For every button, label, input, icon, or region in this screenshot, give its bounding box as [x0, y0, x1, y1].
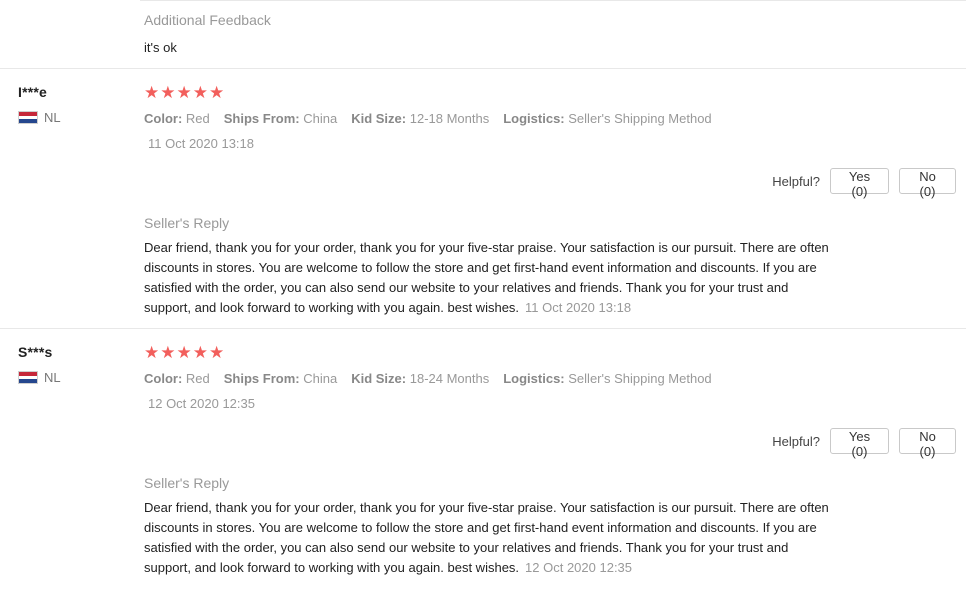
netherlands-flag-icon: [18, 111, 38, 124]
star-icon: ★: [144, 83, 160, 102]
star-icon: ★: [209, 343, 225, 362]
seller-reply-text: Dear friend, thank you for your order, t…: [144, 240, 829, 315]
helpful-no-button[interactable]: No (0): [899, 168, 956, 199]
attribute-logistics: Logistics: Seller's Shipping Method: [503, 111, 712, 126]
attribute-color: Color: Red: [144, 111, 210, 126]
helpful-yes-button[interactable]: Yes (0): [830, 168, 889, 199]
review-divider: [0, 68, 966, 69]
reviewer-name: S***s: [18, 344, 53, 360]
star-icon: ★: [144, 343, 160, 362]
product-attributes: Color: Red Ships From: China Kid Size: 1…: [144, 111, 712, 126]
seller-reply-date: 12 Oct 2020 12:35: [525, 560, 633, 575]
seller-reply-title: Seller's Reply: [144, 215, 230, 231]
attribute-kid-size: Kid Size: 12-18 Months: [351, 111, 490, 126]
review-item: I***e NL ★ ★ ★ ★ ★ Color: Red Ships From…: [0, 84, 966, 344]
star-icon: ★: [160, 343, 176, 362]
seller-reply-title: Seller's Reply: [144, 475, 230, 491]
star-icon: ★: [192, 343, 208, 362]
reviewer-name: I***e: [18, 84, 48, 100]
star-icon: ★: [176, 343, 192, 362]
country-code: NL: [44, 110, 61, 125]
review-date: 12 Oct 2020 12:35: [148, 396, 255, 411]
reviewer-country: NL: [18, 110, 61, 125]
product-attributes: Color: Red Ships From: China Kid Size: 1…: [144, 371, 712, 386]
helpful-label: Helpful?: [772, 173, 820, 189]
star-icon: ★: [176, 83, 192, 102]
netherlands-flag-icon: [18, 371, 38, 384]
additional-feedback-title: Additional Feedback: [144, 12, 271, 28]
top-divider: [140, 0, 966, 1]
star-rating: ★ ★ ★ ★ ★: [144, 84, 224, 101]
additional-feedback-text: it's ok: [144, 40, 177, 55]
seller-reply: Dear friend, thank you for your order, t…: [144, 238, 834, 318]
helpful-no-button[interactable]: No (0): [899, 428, 956, 459]
seller-reply-date: 11 Oct 2020 13:18: [525, 300, 632, 315]
star-icon: ★: [192, 83, 208, 102]
country-code: NL: [44, 370, 61, 385]
reviewer-country: NL: [18, 370, 61, 385]
attribute-color: Color: Red: [144, 371, 210, 386]
helpful-vote: Helpful? Yes (0) No (0): [772, 428, 956, 459]
attribute-kid-size: Kid Size: 18-24 Months: [351, 371, 490, 386]
star-icon: ★: [209, 83, 225, 102]
helpful-label: Helpful?: [772, 433, 820, 449]
seller-reply: Dear friend, thank you for your order, t…: [144, 498, 834, 578]
star-icon: ★: [160, 83, 176, 102]
review-divider: [0, 328, 966, 329]
review-date: 11 Oct 2020 13:18: [148, 136, 255, 151]
attribute-ships-from: Ships From: China: [223, 111, 338, 126]
review-item: S***s NL ★ ★ ★ ★ ★ Color: Red Ships From…: [0, 344, 966, 604]
star-rating: ★ ★ ★ ★ ★: [144, 344, 224, 361]
seller-reply-text: Dear friend, thank you for your order, t…: [144, 500, 829, 575]
helpful-yes-button[interactable]: Yes (0): [830, 428, 889, 459]
helpful-vote: Helpful? Yes (0) No (0): [772, 168, 956, 199]
attribute-logistics: Logistics: Seller's Shipping Method: [503, 371, 712, 386]
attribute-ships-from: Ships From: China: [223, 371, 338, 386]
